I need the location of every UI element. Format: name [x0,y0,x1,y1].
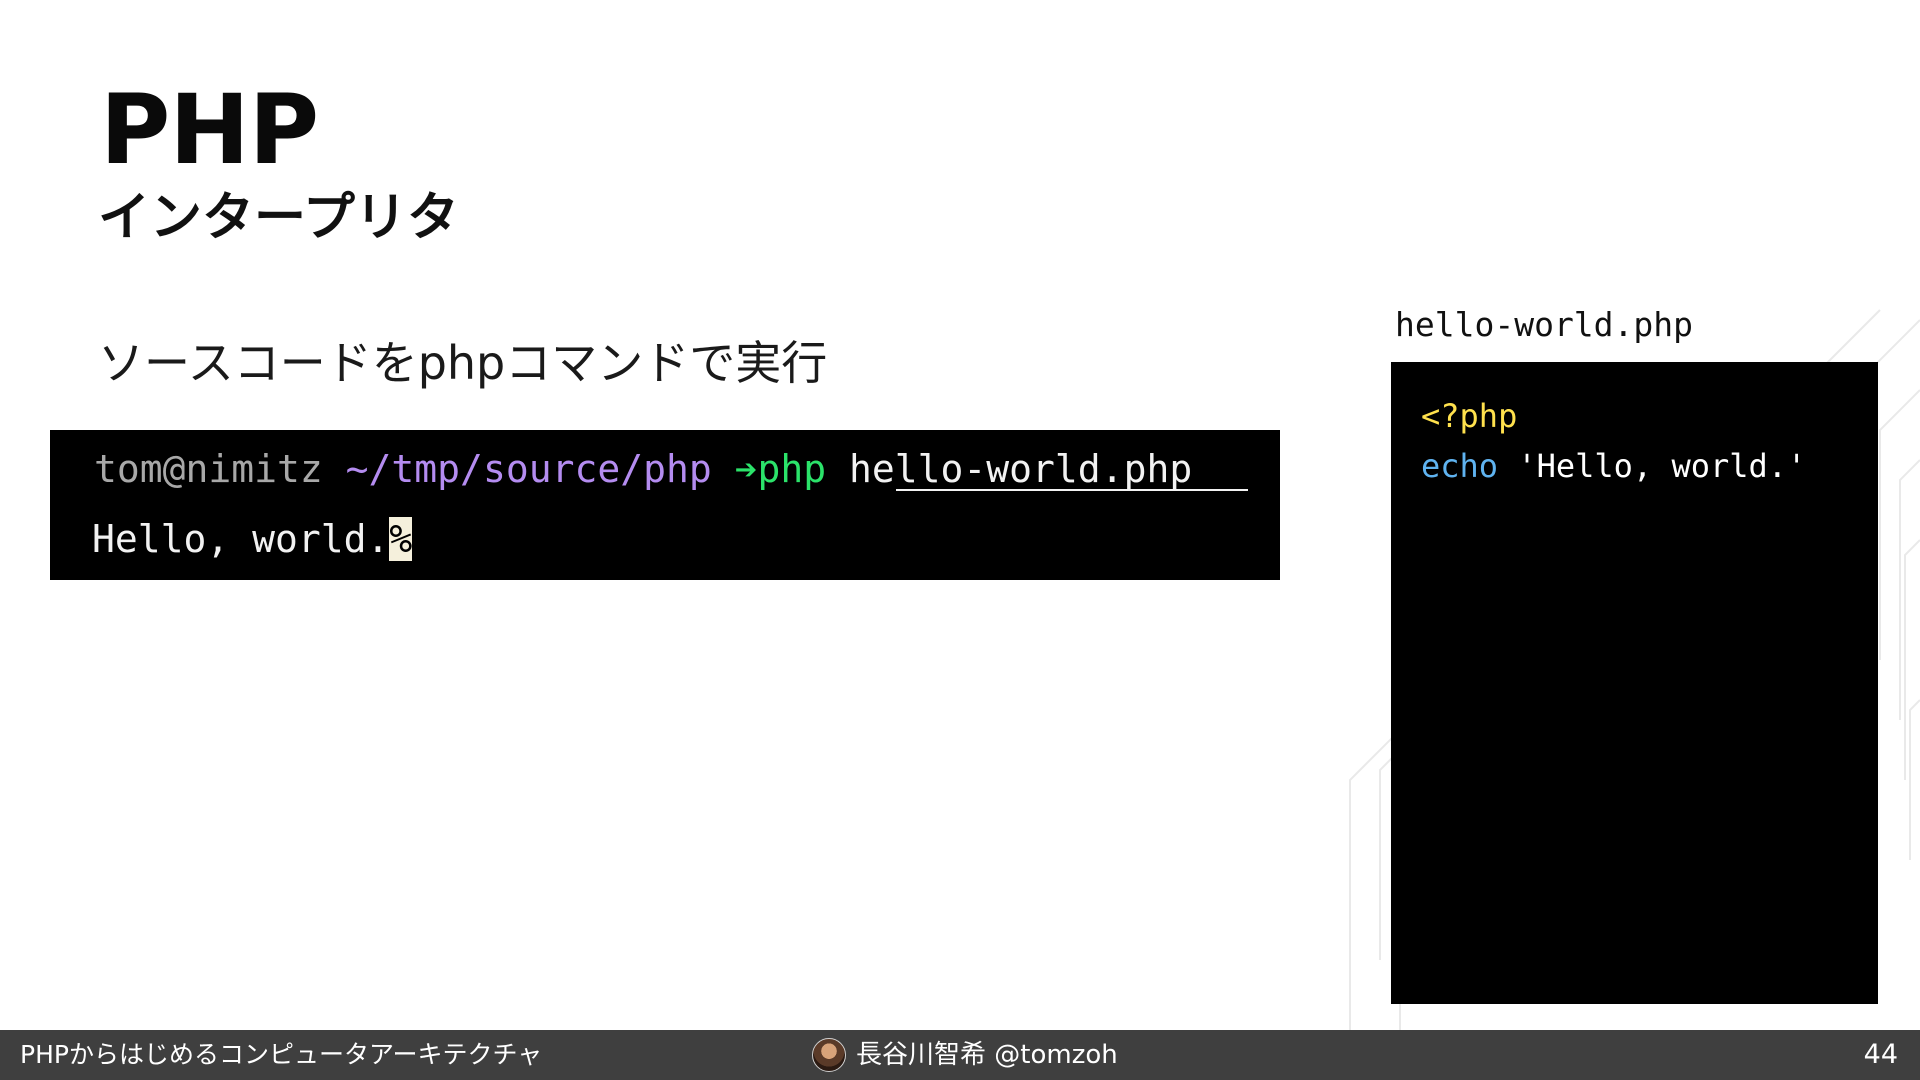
terminal-command: php [757,447,827,491]
terminal-output-line: Hello, world.% [92,517,413,561]
terminal-window: tom@nimitz ~/tmp/source/php ➔php hello-w… [50,430,1280,580]
footer-bar: PHPからはじめるコンピュータアーキテクチャ 長谷川智希 @tomzoh 44 [0,1030,1920,1080]
code-line-2: echo 'Hello, world.' [1421,441,1806,491]
terminal-output: Hello, world. [92,517,390,561]
prompt-arrow-icon: ➔ [734,447,758,491]
code-keyword: echo [1421,447,1499,485]
terminal-prompt-line: tom@nimitz ~/tmp/source/php ➔php hello-w… [94,450,1192,488]
page-number: 44 [1863,1039,1898,1070]
code-line-1: <?php [1421,391,1517,441]
footer-deck-title: PHPからはじめるコンピュータアーキテクチャ [20,1040,543,1069]
terminal-cursor: % [389,517,413,561]
slide-subtitle: インタープリタ [98,188,459,248]
avatar [812,1038,846,1072]
slide-title: PHP [100,74,319,186]
terminal-argument-underline [896,489,1248,491]
code-panel: <?php echo 'Hello, world.' [1391,362,1878,1004]
slide-lead-text: ソースコードをphpコマンドで実行 [98,336,828,390]
footer-author: 長谷川智希 @tomzoh [856,1040,1118,1070]
terminal-argument: hello-world.php [849,447,1193,491]
terminal-path: ~/tmp/source/php [345,447,712,491]
terminal-user-host: tom@nimitz [94,447,323,491]
footer-author-block: 長谷川智希 @tomzoh [812,1038,1118,1072]
code-open-tag: <?php [1421,397,1518,435]
code-string: 'Hello, world.' [1517,447,1807,485]
code-filename: hello-world.php [1395,305,1694,344]
